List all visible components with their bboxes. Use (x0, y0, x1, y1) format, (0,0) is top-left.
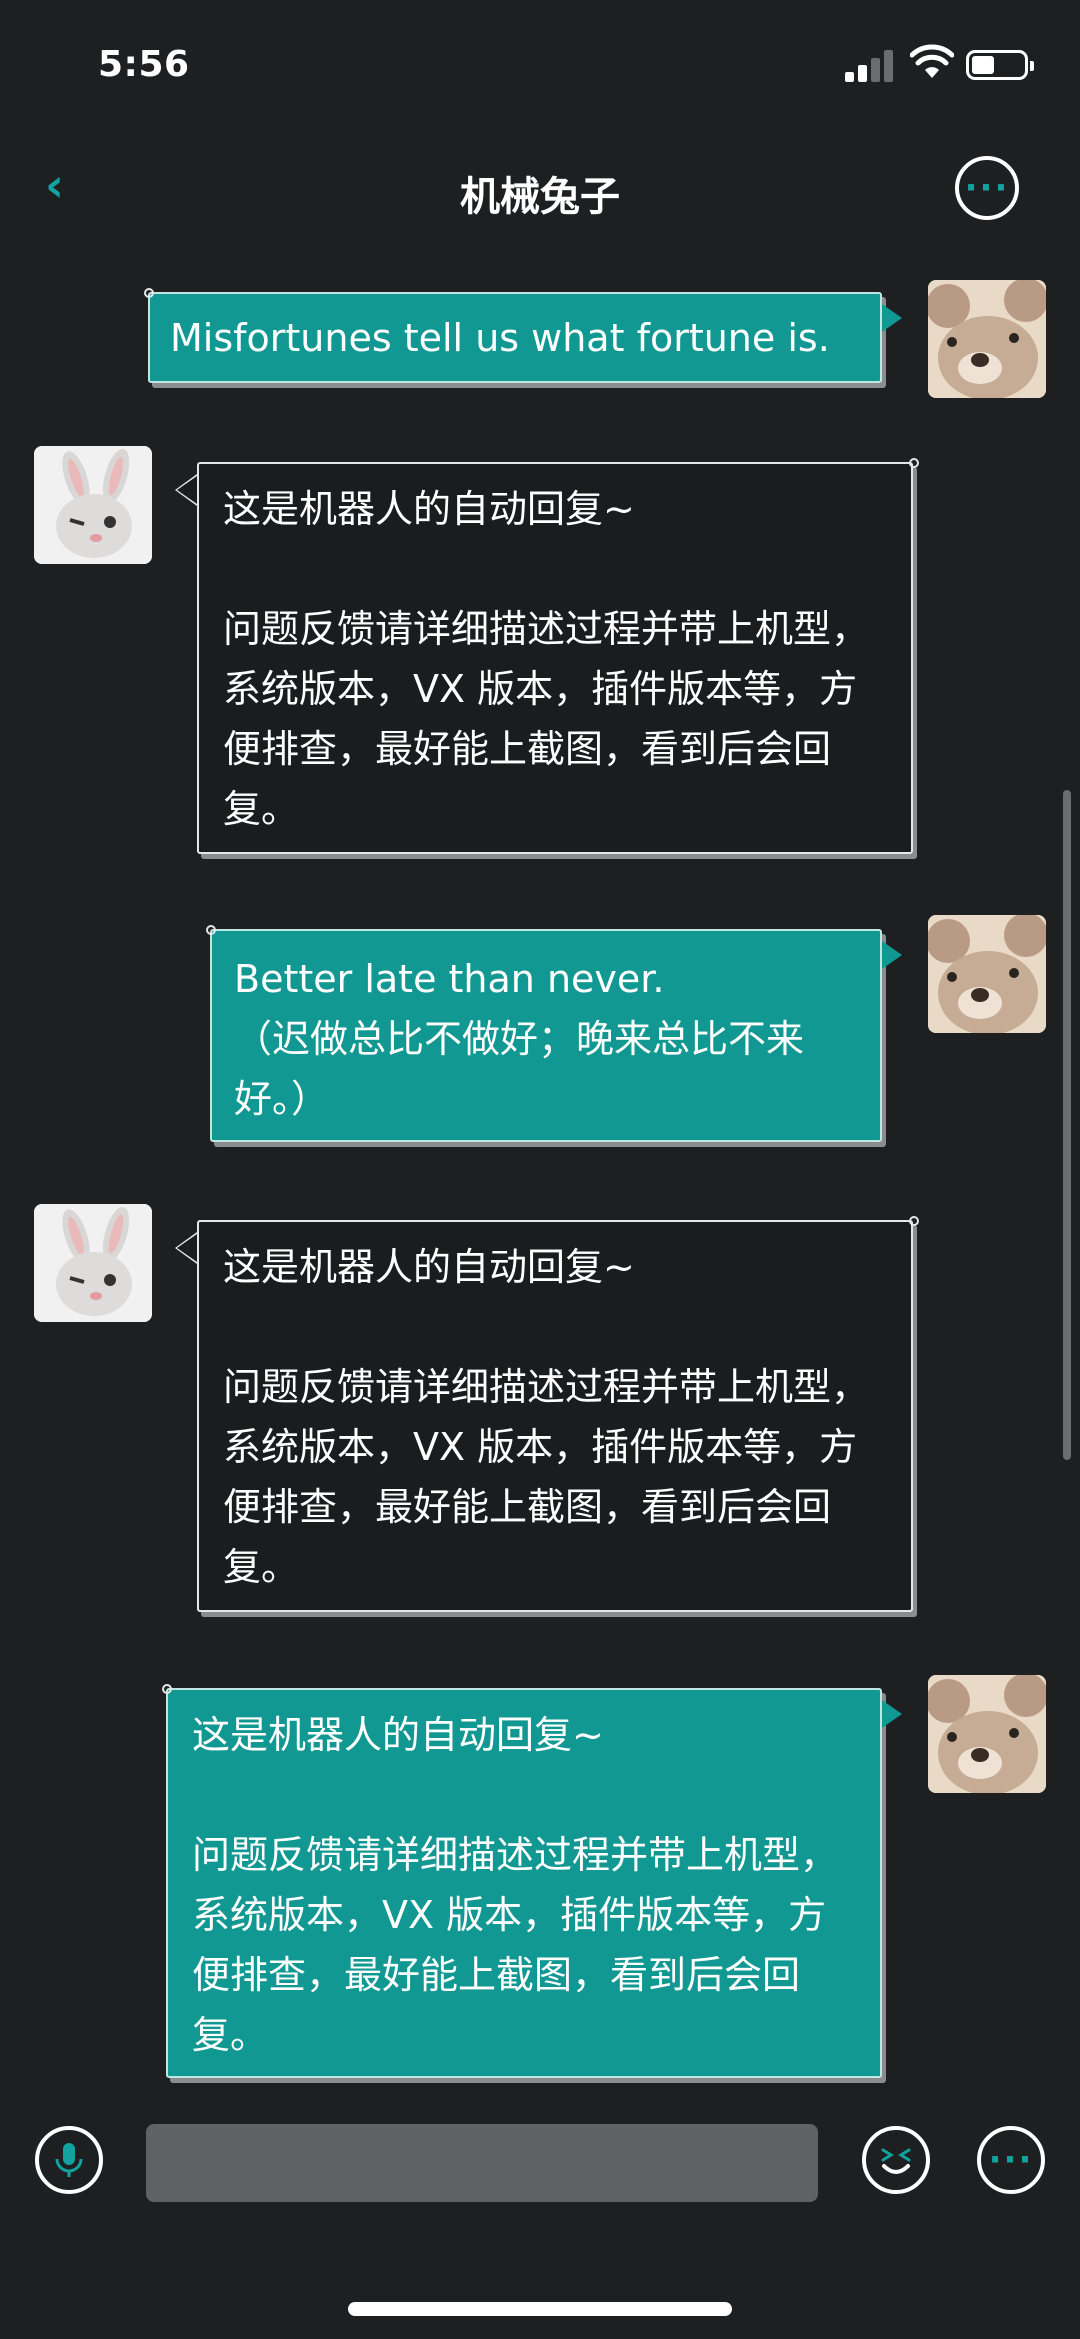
rabbit-avatar[interactable] (34, 446, 152, 564)
scrollbar[interactable] (1063, 790, 1071, 1460)
bear-avatar[interactable] (928, 280, 1046, 398)
status-bar: 5:56 (0, 0, 1080, 130)
message-bubble-incoming[interactable]: 这是机器人的自动回复~ 问题反馈请详细描述过程并带上机型，系统版本，VX 版本，… (175, 1216, 919, 1612)
bear-avatar[interactable] (928, 915, 1046, 1033)
voice-input-button[interactable] (35, 2126, 103, 2194)
message-text: 这是机器人的自动回复~ 问题反馈请详细描述过程并带上机型，系统版本，VX 版本，… (223, 487, 870, 831)
cellular-signal-icon (845, 48, 897, 82)
bear-avatar[interactable] (928, 1675, 1046, 1793)
more-options-button[interactable]: ··· (955, 156, 1019, 220)
message-text: 这是机器人的自动回复~ 问题反馈请详细描述过程并带上机型，系统版本，VX 版本，… (223, 1245, 870, 1589)
nav-bar: ‹ 机械兔子 ··· (0, 150, 1080, 230)
rabbit-avatar[interactable] (34, 1204, 152, 1322)
more-dots-icon: ··· (988, 2140, 1034, 2180)
chat-title: 机械兔子 (460, 174, 620, 220)
message-bubble-outgoing[interactable]: 这是机器人的自动回复~ 问题反馈请详细描述过程并带上机型，系统版本，VX 版本，… (162, 1684, 902, 2078)
message-text: Misfortunes tell us what fortune is. (170, 316, 830, 360)
input-bar: ··· (0, 2100, 1080, 2230)
battery-icon (966, 50, 1034, 80)
message-input[interactable] (146, 2124, 818, 2202)
microphone-icon (55, 2143, 83, 2177)
message-text: Better late than never. （迟做总比不做好；晚来总比不来好… (234, 957, 805, 1121)
more-dots-icon: ··· (964, 168, 1010, 208)
message-bubble-incoming[interactable]: 这是机器人的自动回复~ 问题反馈请详细描述过程并带上机型，系统版本，VX 版本，… (175, 458, 919, 854)
more-input-button[interactable]: ··· (977, 2126, 1045, 2194)
message-text: 这是机器人的自动回复~ 问题反馈请详细描述过程并带上机型，系统版本，VX 版本，… (192, 1713, 839, 2057)
status-time: 5:56 (98, 44, 190, 85)
emoji-button[interactable] (862, 2126, 930, 2194)
message-bubble-outgoing[interactable]: Misfortunes tell us what fortune is. (144, 288, 902, 383)
emoji-icon (881, 2148, 911, 2174)
wifi-icon (910, 44, 954, 78)
message-bubble-outgoing[interactable]: Better late than never. （迟做总比不做好；晚来总比不来好… (206, 925, 902, 1142)
home-indicator[interactable] (348, 2302, 732, 2316)
